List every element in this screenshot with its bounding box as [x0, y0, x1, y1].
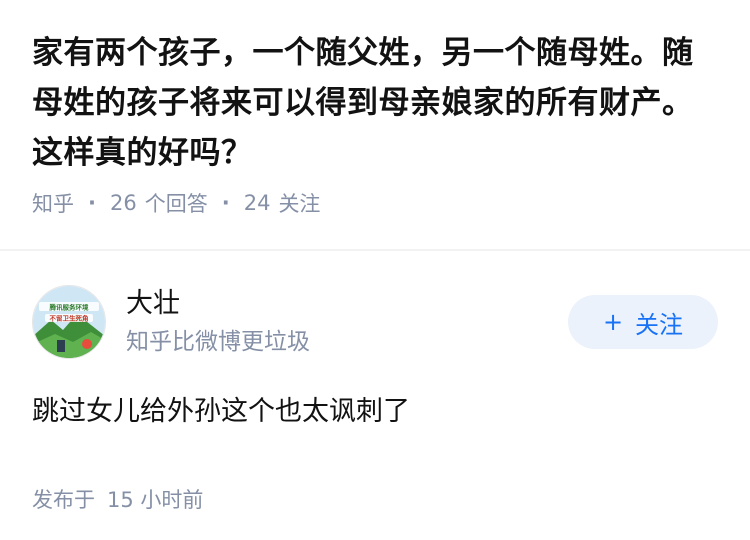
follower-count: 24: [243, 191, 271, 215]
answer-timestamp: 发布于 15 小时前: [32, 484, 718, 514]
author-name[interactable]: 大壮: [126, 285, 568, 323]
author-avatar[interactable]: 腾讯服务环境 不留卫生死角: [32, 285, 106, 359]
answer-card: 腾讯服务环境 不留卫生死角 大壮 知乎比微博更垃圾 + 关注 跳过女儿给外孙这个…: [32, 282, 718, 514]
answer-count: 26: [109, 191, 137, 215]
time-prefix: 发布于: [32, 488, 95, 512]
question-meta: 知乎 · 26 个回答 · 24 关注: [32, 186, 718, 220]
question-page: 家有两个孩子，一个随父姓，另一个随母姓。随母姓的孩子将来可以得到母亲娘家的所有财…: [0, 0, 750, 540]
plus-icon: +: [602, 308, 624, 336]
author-row: 腾讯服务环境 不留卫生死角 大壮 知乎比微博更垃圾 + 关注: [32, 282, 718, 362]
section-divider: [0, 249, 750, 251]
avatar-banner-bottom: 不留卫生死角: [50, 314, 89, 323]
author-info: 大壮 知乎比微博更垃圾: [126, 285, 568, 359]
question-title[interactable]: 家有两个孩子，一个随父姓，另一个随母姓。随母姓的孩子将来可以得到母亲娘家的所有财…: [32, 28, 718, 178]
follow-button[interactable]: + 关注: [568, 295, 718, 349]
avatar-landscape-icon: 腾讯服务环境 不留卫生死角: [33, 286, 105, 358]
time-value: 15 小时前: [107, 488, 204, 512]
follower-count-label: 关注: [278, 192, 321, 216]
answer-content[interactable]: 跳过女儿给外孙这个也太讽刺了: [32, 392, 718, 432]
question-header: 家有两个孩子，一个随父姓，另一个随母姓。随母姓的孩子将来可以得到母亲娘家的所有财…: [0, 0, 750, 220]
author-bio: 知乎比微博更垃圾: [126, 329, 310, 355]
meta-separator: ·: [88, 191, 96, 215]
answer-count-label: 个回答: [144, 192, 208, 216]
meta-separator: ·: [221, 191, 230, 215]
avatar-banner-top: 腾讯服务环境: [49, 303, 90, 312]
source-label[interactable]: 知乎: [32, 188, 74, 218]
follow-button-label: 关注: [635, 310, 684, 339]
